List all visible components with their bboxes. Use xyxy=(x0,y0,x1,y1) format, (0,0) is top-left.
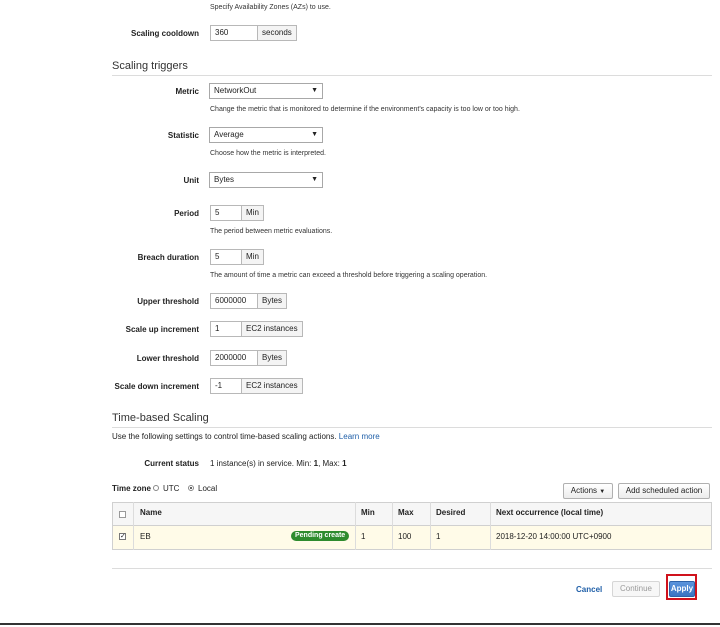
lower-threshold-unit: Bytes xyxy=(258,350,288,366)
local-radio-label: Local xyxy=(198,484,218,493)
statistic-select-value: Average xyxy=(214,130,244,139)
row-desired: 1 xyxy=(436,532,441,541)
statistic-help-text: Choose how the metric is interpreted. xyxy=(210,150,326,157)
breach-duration-help-text: The amount of time a metric can exceed a… xyxy=(210,272,488,279)
statistic-select[interactable]: Average ▼ xyxy=(209,127,323,143)
upper-threshold-label: Upper threshold xyxy=(137,297,199,306)
table-row[interactable] xyxy=(113,526,711,549)
az-help-text: Specify Availability Zones (AZs) to use. xyxy=(210,4,331,11)
column-divider xyxy=(392,502,393,550)
time-based-scaling-title: Time-based Scaling xyxy=(112,412,209,424)
breach-duration-input[interactable]: 5 xyxy=(210,249,242,265)
cancel-link[interactable]: Cancel xyxy=(576,585,602,594)
unit-label: Unit xyxy=(183,176,199,185)
period-help-text: The period between metric evaluations. xyxy=(210,228,333,235)
row-name: EB xyxy=(140,532,151,541)
unit-select[interactable]: Bytes ▼ xyxy=(209,172,323,188)
scaling-cooldown-input[interactable]: 360 xyxy=(210,25,258,41)
scale-up-increment-unit: EC2 instances xyxy=(242,321,303,337)
lower-threshold-label: Lower threshold xyxy=(136,354,199,363)
upper-threshold-input[interactable]: 6000000 xyxy=(210,293,258,309)
time-scaling-description: Use the following settings to control ti… xyxy=(112,432,380,441)
column-header-desired: Desired xyxy=(436,508,466,517)
section-divider xyxy=(112,75,712,76)
section-divider xyxy=(112,427,712,428)
add-scheduled-action-button[interactable]: Add scheduled action xyxy=(618,483,710,499)
local-radio[interactable] xyxy=(188,485,194,491)
current-status-value: 1 instance(s) in service. Min: 1, Max: 1 xyxy=(210,459,347,468)
column-divider xyxy=(490,502,491,550)
column-header-next-occurrence: Next occurrence (local time) xyxy=(496,508,604,517)
row-next-occurrence: 2018-12-20 14:00:00 UTC+0900 xyxy=(496,532,612,541)
scale-up-increment-input[interactable]: 1 xyxy=(210,321,242,337)
row-max: 100 xyxy=(398,532,412,541)
current-status-label: Current status xyxy=(144,459,199,468)
time-zone-label: Time zone xyxy=(112,484,151,493)
scaling-cooldown-label: Scaling cooldown xyxy=(130,29,199,38)
caret-down-icon: ▼ xyxy=(311,176,318,183)
period-unit: Min xyxy=(242,205,264,221)
actions-dropdown-button[interactable]: Actions ▼ xyxy=(563,483,613,499)
continue-button[interactable]: Continue xyxy=(612,581,660,597)
column-divider xyxy=(355,502,356,550)
scaling-triggers-title: Scaling triggers xyxy=(112,60,188,72)
metric-label: Metric xyxy=(175,87,199,96)
status-badge: Pending create xyxy=(291,531,350,541)
statistic-label: Statistic xyxy=(167,131,199,140)
scale-down-increment-input[interactable]: -1 xyxy=(210,378,242,394)
footer-divider xyxy=(112,568,712,569)
upper-threshold-unit: Bytes xyxy=(258,293,288,309)
metric-help-text: Change the metric that is monitored to d… xyxy=(210,106,520,113)
row-checkbox[interactable]: ✓ xyxy=(119,533,126,540)
scale-down-increment-unit: EC2 instances xyxy=(242,378,303,394)
period-input[interactable]: 5 xyxy=(210,205,242,221)
caret-down-icon: ▼ xyxy=(599,489,606,495)
column-divider xyxy=(133,502,134,550)
bottom-border xyxy=(0,623,720,625)
lower-threshold-input[interactable]: 2000000 xyxy=(210,350,258,366)
column-divider xyxy=(430,502,431,550)
apply-button[interactable]: Apply xyxy=(669,581,695,597)
caret-down-icon: ▼ xyxy=(311,131,318,138)
row-min: 1 xyxy=(361,532,366,541)
caret-down-icon: ▼ xyxy=(311,87,318,94)
utc-radio-label: UTC xyxy=(163,484,180,493)
column-header-max: Max xyxy=(398,508,414,517)
metric-select[interactable]: NetworkOut ▼ xyxy=(209,83,323,99)
breach-duration-label: Breach duration xyxy=(137,253,199,262)
utc-radio[interactable] xyxy=(153,485,159,491)
breach-duration-unit: Min xyxy=(242,249,264,265)
learn-more-link[interactable]: Learn more xyxy=(339,432,380,441)
scale-down-increment-label: Scale down increment xyxy=(114,382,199,391)
scaling-cooldown-unit: seconds xyxy=(258,25,297,41)
unit-select-value: Bytes xyxy=(214,175,235,184)
period-label: Period xyxy=(174,209,199,218)
column-header-min: Min xyxy=(361,508,375,517)
column-header-name: Name xyxy=(140,508,162,517)
select-all-checkbox[interactable] xyxy=(119,511,126,518)
scale-up-increment-label: Scale up increment xyxy=(125,325,199,334)
metric-select-value: NetworkOut xyxy=(214,86,257,95)
